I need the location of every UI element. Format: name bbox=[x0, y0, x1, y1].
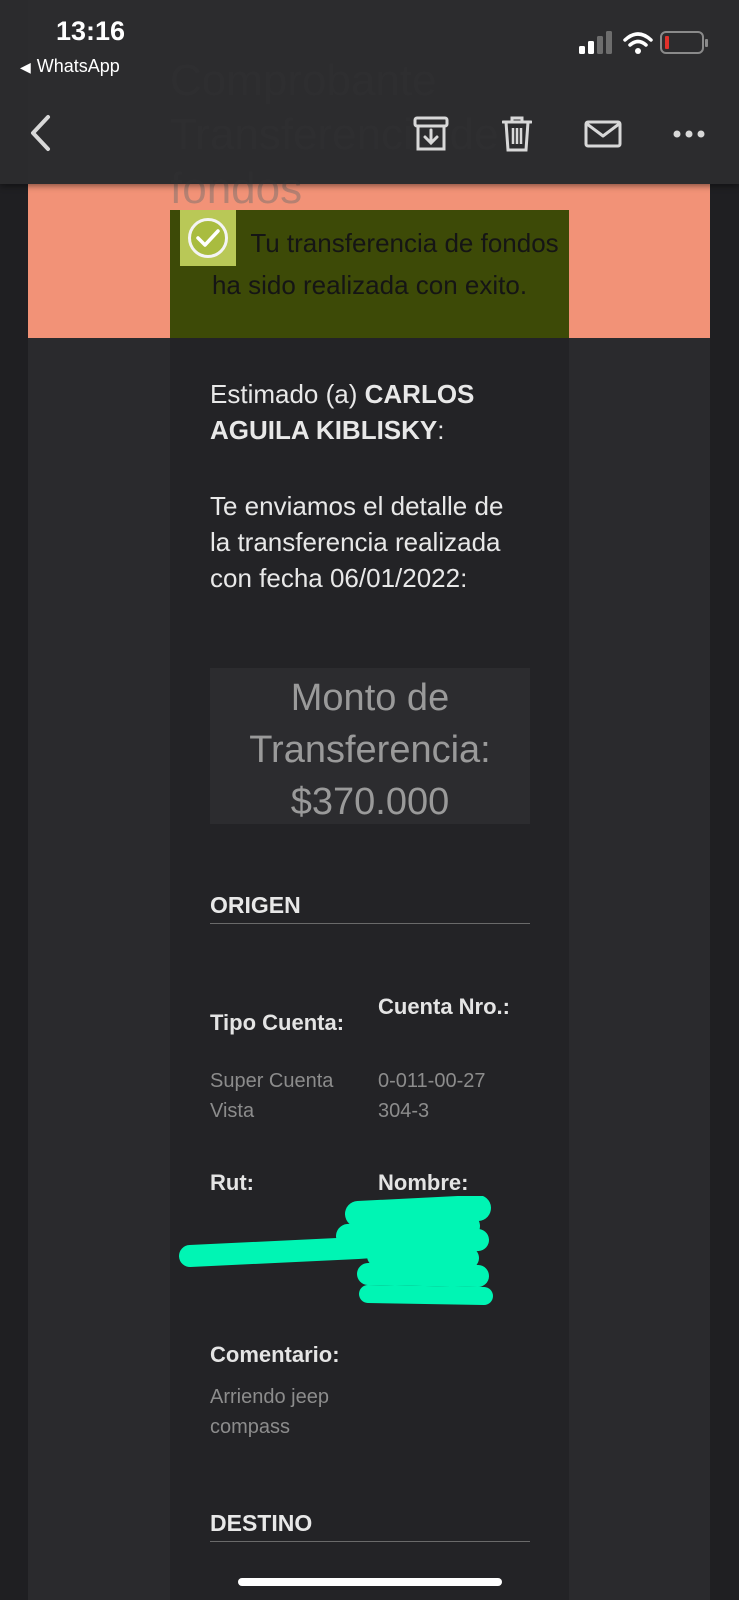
more-icon[interactable] bbox=[673, 130, 705, 138]
success-message: Tu transferencia de fondos ha sido reali… bbox=[211, 228, 559, 300]
wifi-icon bbox=[623, 32, 653, 54]
back-chevron-icon[interactable] bbox=[28, 114, 52, 152]
origen-heading: ORIGEN bbox=[210, 892, 530, 924]
status-icons bbox=[579, 30, 709, 56]
greeting: Estimado (a) CARLOS AGUILA KIBLISKY: bbox=[210, 379, 475, 445]
rut-label: Rut: bbox=[210, 1170, 254, 1195]
cuenta-nro-label: Cuenta Nro.: bbox=[378, 994, 510, 1019]
success-check-icon bbox=[180, 210, 237, 266]
comentario-value: Arriendo jeep compass bbox=[210, 1386, 329, 1438]
top-bar: 13:16 ◀ WhatsApp bbox=[0, 0, 739, 184]
success-banner: Tu transferencia de fondos ha sido reali… bbox=[170, 210, 569, 338]
mail-icon[interactable] bbox=[584, 120, 622, 148]
clock: 13:16 bbox=[56, 16, 126, 46]
destino-heading: DESTINO bbox=[210, 1510, 530, 1542]
back-triangle-icon: ◀ bbox=[20, 59, 31, 75]
tipo-cuenta-value: Super Cuenta Vista bbox=[210, 1070, 334, 1122]
battery-icon bbox=[660, 31, 708, 54]
nombre-label: Nombre: bbox=[378, 1170, 469, 1195]
trash-icon[interactable] bbox=[502, 116, 532, 152]
amount-label: Monto de Transferencia: bbox=[249, 677, 491, 771]
cuenta-nro-value: 0-011-00-27304-3 bbox=[378, 1070, 486, 1122]
amount-value: $370.000 bbox=[290, 781, 450, 823]
home-indicator[interactable] bbox=[238, 1578, 502, 1586]
transfer-detail-text: Te enviamos el detalle de la transferenc… bbox=[210, 491, 504, 593]
back-to-app-link[interactable]: ◀ WhatsApp bbox=[20, 56, 120, 77]
comentario-label: Comentario: bbox=[210, 1342, 340, 1367]
archive-icon[interactable] bbox=[413, 116, 449, 152]
redaction-scribble bbox=[179, 1196, 493, 1305]
back-app-label: WhatsApp bbox=[36, 56, 120, 76]
amount-box: Monto de Transferencia: $370.000 bbox=[210, 668, 530, 824]
signal-icon bbox=[579, 31, 612, 54]
tipo-cuenta-label: Tipo Cuenta: bbox=[210, 1010, 345, 1035]
